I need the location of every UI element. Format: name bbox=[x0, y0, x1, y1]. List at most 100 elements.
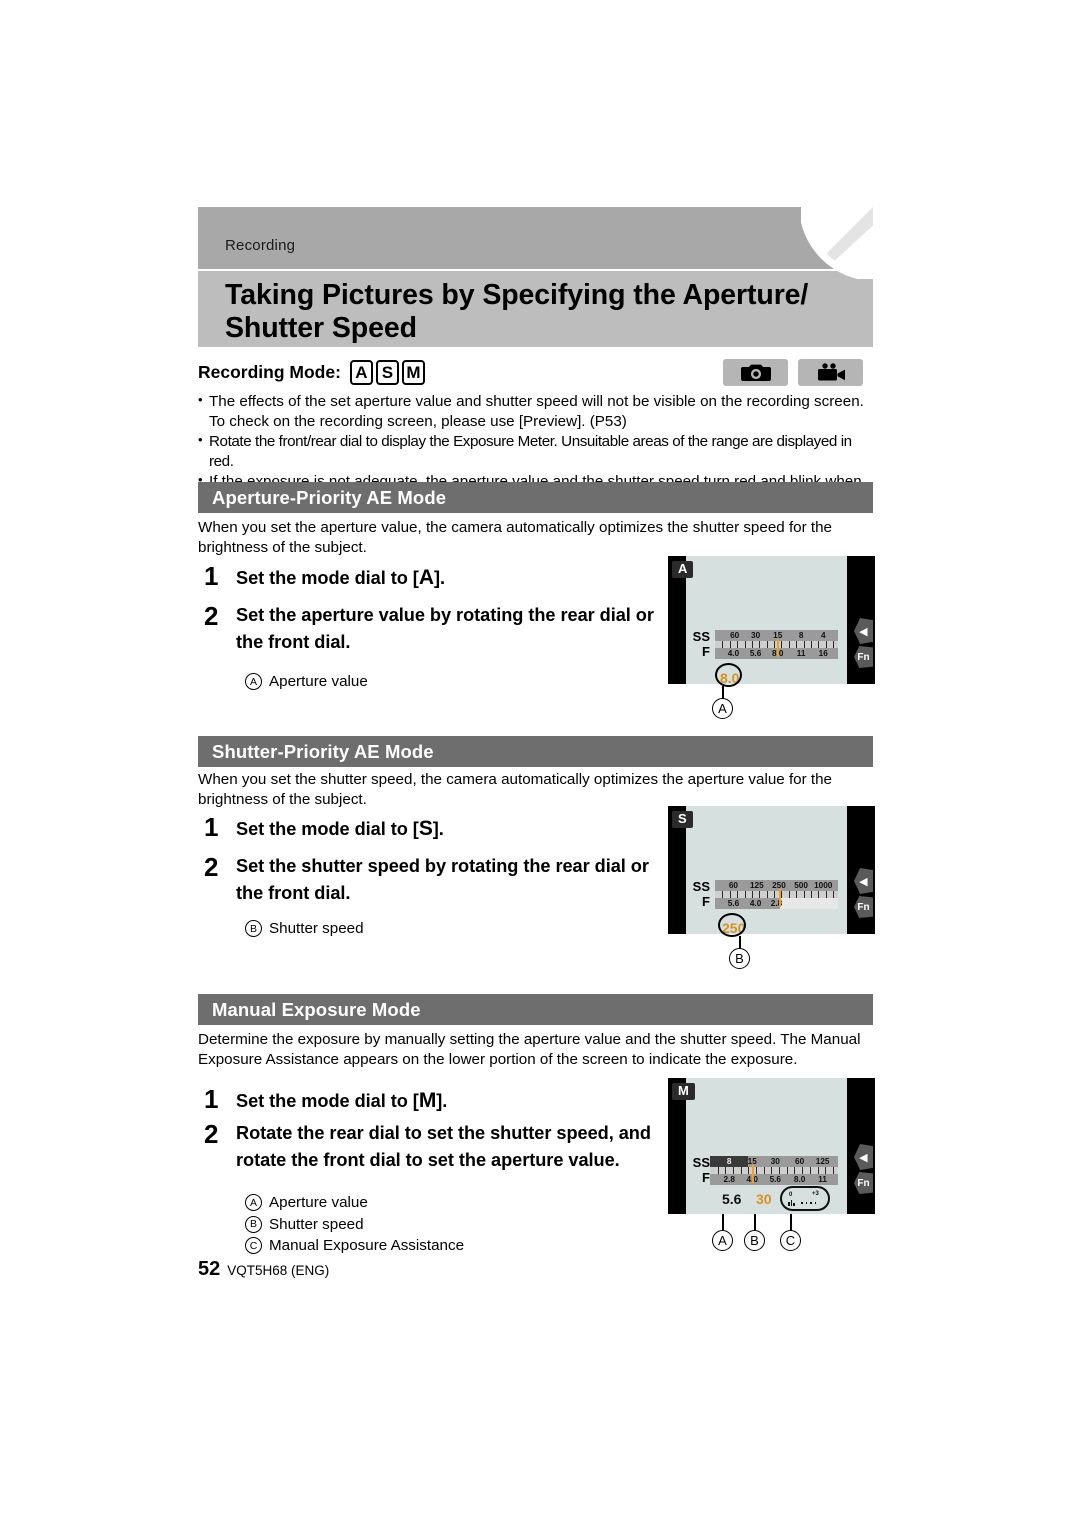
video-camera-icon bbox=[817, 363, 845, 381]
meter-ss-row: 60 125 250 500 1000 bbox=[715, 880, 838, 891]
step-text: Set the aperture value by rotating the r… bbox=[236, 605, 654, 652]
legend-row: A Aperture value bbox=[245, 1192, 464, 1214]
screen-mode-badge-a: A bbox=[672, 561, 694, 578]
applicability-badges bbox=[723, 359, 863, 386]
meter-tick-label: 4 bbox=[820, 631, 826, 640]
fn-button[interactable]: Fn bbox=[854, 1172, 873, 1194]
document-code: VQT5H68 (ENG) bbox=[227, 1263, 330, 1278]
step-text-tail: ]. bbox=[436, 1091, 448, 1111]
fn-button[interactable]: Fn bbox=[854, 896, 873, 918]
chevron-left-icon[interactable]: ◂ bbox=[854, 618, 873, 644]
legend-row: B Shutter speed bbox=[245, 1214, 464, 1236]
callout-mark-a: A bbox=[245, 673, 262, 691]
meter-tick-label: 2.8 bbox=[723, 1175, 735, 1184]
legend-label: Shutter speed bbox=[269, 920, 364, 937]
screen-mode-badge-s: S bbox=[672, 811, 693, 828]
step-aperture-2: 2 Set the aperture value by rotating the… bbox=[198, 602, 658, 656]
step-text: Set the mode dial to [M]. bbox=[236, 1085, 447, 1116]
screen-mode-badge-m: M bbox=[672, 1083, 695, 1100]
step-text-part: Set the mode dial to [ bbox=[236, 568, 419, 588]
step-text-tail: ]. bbox=[432, 819, 444, 839]
section-header-shutter: Shutter-Priority AE Mode bbox=[198, 736, 873, 767]
legend-aperture: A Aperture value bbox=[245, 671, 368, 693]
recording-mode-line: Recording Mode: A S M bbox=[198, 360, 425, 385]
step-number: 1 bbox=[204, 812, 219, 842]
meter-tick-label: 125 bbox=[749, 881, 764, 890]
meter-tick-label: 60 bbox=[795, 1157, 805, 1166]
meter-tick-label: 11 bbox=[818, 1175, 827, 1184]
mea-plus-label: +3 bbox=[812, 1191, 819, 1197]
legend-shutter: B Shutter speed bbox=[245, 918, 364, 940]
meter-f-label: F bbox=[702, 893, 710, 909]
page-fold-corner-decoration bbox=[801, 207, 873, 279]
section-header-manual: Manual Exposure Mode bbox=[198, 994, 873, 1025]
step-text-part: Set the mode dial to [ bbox=[236, 819, 419, 839]
recording-mode-label: Recording Mode: bbox=[198, 362, 341, 382]
meter-f-row: 2.8 4.0 5.6 8.0 11 bbox=[710, 1174, 838, 1185]
meter-tick-label: 1000 bbox=[814, 881, 833, 890]
step-number: 1 bbox=[204, 1084, 219, 1114]
meter-tick-label: 4.0 bbox=[727, 649, 740, 658]
callout-a: A bbox=[712, 698, 733, 719]
section-intro-shutter: When you set the shutter speed, the came… bbox=[198, 771, 832, 809]
meter-f-row: 5.6 4.0 2.8 bbox=[715, 898, 838, 909]
meter-tick-label: 4.0 bbox=[749, 899, 762, 908]
callout-mark-a: A bbox=[245, 1194, 262, 1212]
list-item: The effects of the set aperture value an… bbox=[198, 391, 876, 432]
meter-tick-label: 5.6 bbox=[769, 1175, 781, 1184]
manual-exposure-assistance-indicator: 0 +3 bbox=[780, 1186, 830, 1211]
exposure-meter-aperture: 60 30 15 8 4 4.0 5.6 8.0 11 16 bbox=[715, 630, 838, 659]
exposure-meter-manual: 8 15 30 60 125 2.8 4.0 5.6 8.0 11 bbox=[710, 1156, 838, 1185]
step-manual-2: 2 Rotate the rear dial to set the shutte… bbox=[198, 1120, 668, 1174]
mode-box-a: A bbox=[349, 360, 373, 385]
step-manual-1: 1 Set the mode dial to [M]. bbox=[198, 1085, 668, 1116]
legend-row: C Manual Exposure Assistance bbox=[245, 1235, 464, 1257]
legend-label: Manual Exposure Assistance bbox=[269, 1237, 465, 1255]
mode-box-s: S bbox=[375, 360, 399, 385]
step-text: Set the mode dial to [A]. bbox=[236, 562, 445, 593]
meter-cursor bbox=[778, 889, 781, 907]
legend-label: Aperture value bbox=[269, 673, 368, 690]
callout-c: C bbox=[780, 1230, 801, 1251]
callout-a: A bbox=[712, 1230, 733, 1251]
meter-tick-label: 60 bbox=[728, 881, 738, 890]
meter-axis-labels: SS F bbox=[688, 629, 710, 659]
header-chapter-band: Recording bbox=[198, 207, 873, 269]
list-item: Rotate the front/rear dial to display th… bbox=[198, 431, 876, 472]
legend-row: A Aperture value bbox=[245, 671, 368, 693]
step-number: 2 bbox=[204, 601, 219, 631]
meter-tick-label: 125 bbox=[815, 1157, 830, 1166]
camera-screen-aperture: A ◂ Fn SS F 60 30 15 8 4 4.0 5.6 11 16 8… bbox=[668, 556, 875, 687]
photo-camera-badge bbox=[723, 359, 788, 386]
camera-screen-manual: M ◂ Fn SS F 8 15 30 60 125 2.8 5.6 8.0 1… bbox=[668, 1078, 875, 1214]
legend-manual: A Aperture value B Shutter speed C Manua… bbox=[245, 1192, 464, 1257]
meter-ss-label: SS bbox=[692, 1155, 710, 1170]
photo-camera-icon bbox=[740, 364, 771, 381]
chevron-left-icon[interactable]: ◂ bbox=[854, 868, 873, 894]
meter-f-label: F bbox=[702, 643, 710, 659]
page-footer: 52 VQT5H68 (ENG) bbox=[198, 1258, 329, 1281]
aperture-value-readout: 5.6 bbox=[722, 1191, 742, 1207]
step-text: Set the shutter speed by rotating the re… bbox=[236, 856, 649, 903]
step-aperture-1: 1 Set the mode dial to [A]. bbox=[198, 562, 658, 593]
meter-tick-label: 5.6 bbox=[727, 899, 740, 908]
step-shutter-1: 1 Set the mode dial to [S]. bbox=[198, 813, 668, 844]
mea-bar-graph bbox=[788, 1199, 795, 1206]
legend-label: Shutter speed bbox=[269, 1215, 364, 1233]
meter-tick-label: 8 bbox=[798, 631, 804, 640]
mode-box-m: M bbox=[401, 360, 425, 385]
chevron-left-icon[interactable]: ◂ bbox=[854, 1144, 873, 1170]
section-intro-manual: Determine the exposure by manually setti… bbox=[198, 1031, 861, 1069]
meter-tick-label: 30 bbox=[770, 1157, 780, 1166]
step-text: Set the mode dial to [S]. bbox=[236, 813, 444, 844]
meter-tick-row bbox=[715, 891, 838, 898]
page-number: 52 bbox=[198, 1258, 221, 1280]
meter-tick-label: 16 bbox=[818, 649, 828, 658]
step-number: 2 bbox=[204, 852, 219, 882]
exposure-meter-shutter: 60 125 250 500 1000 5.6 4.0 2.8 bbox=[715, 880, 838, 909]
meter-ss-label: SS bbox=[692, 629, 710, 644]
fn-button[interactable]: Fn bbox=[854, 646, 873, 668]
value-highlight-ring bbox=[715, 663, 742, 687]
step-number: 1 bbox=[204, 561, 219, 591]
meter-tick-label: 5.6 bbox=[749, 649, 762, 658]
